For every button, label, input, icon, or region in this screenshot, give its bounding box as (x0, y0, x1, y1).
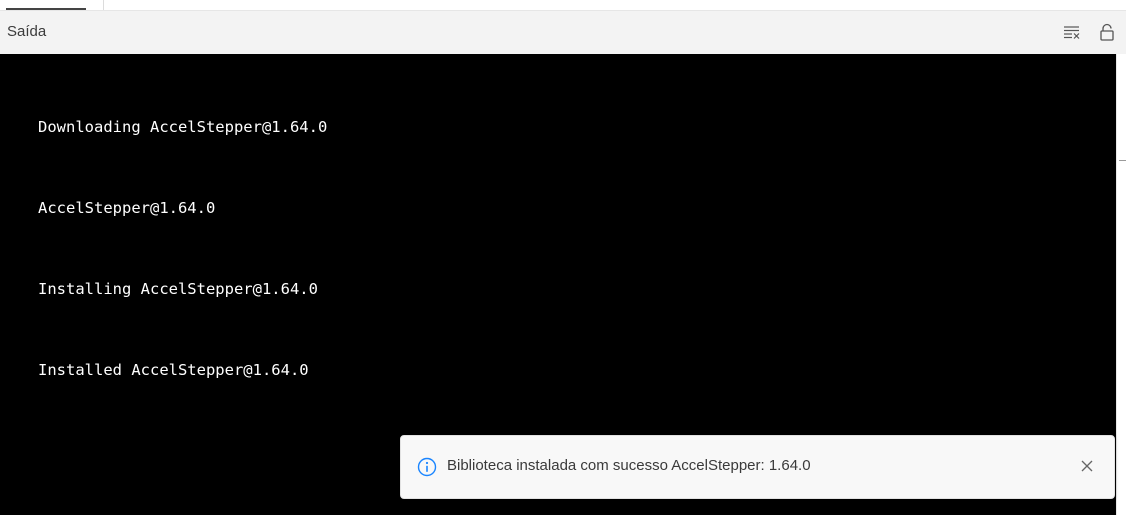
info-icon (417, 457, 437, 477)
output-lines: Downloading AccelStepper@1.64.0 AccelSte… (38, 60, 327, 438)
top-tab-strip (0, 0, 1126, 11)
output-panel-header: Saída (0, 11, 1126, 55)
active-tab-indicator (6, 8, 86, 10)
output-line: Installing AccelStepper@1.64.0 (38, 280, 318, 298)
output-line: Installed AccelStepper@1.64.0 (38, 361, 309, 379)
close-icon[interactable] (1076, 455, 1098, 477)
scrollbar-marker (1119, 160, 1126, 161)
notification-message: Biblioteca instalada com sucesso AccelSt… (447, 457, 811, 474)
output-line: AccelStepper@1.64.0 (38, 199, 216, 217)
panel-title: Saída (7, 23, 47, 40)
notification-toast: Biblioteca instalada com sucesso AccelSt… (400, 435, 1115, 499)
output-line: Downloading AccelStepper@1.64.0 (38, 118, 328, 136)
clear-output-icon[interactable] (1062, 22, 1082, 42)
lock-scroll-icon[interactable] (1097, 22, 1117, 42)
tab-divider (103, 0, 104, 10)
vertical-scrollbar[interactable] (1116, 54, 1126, 515)
